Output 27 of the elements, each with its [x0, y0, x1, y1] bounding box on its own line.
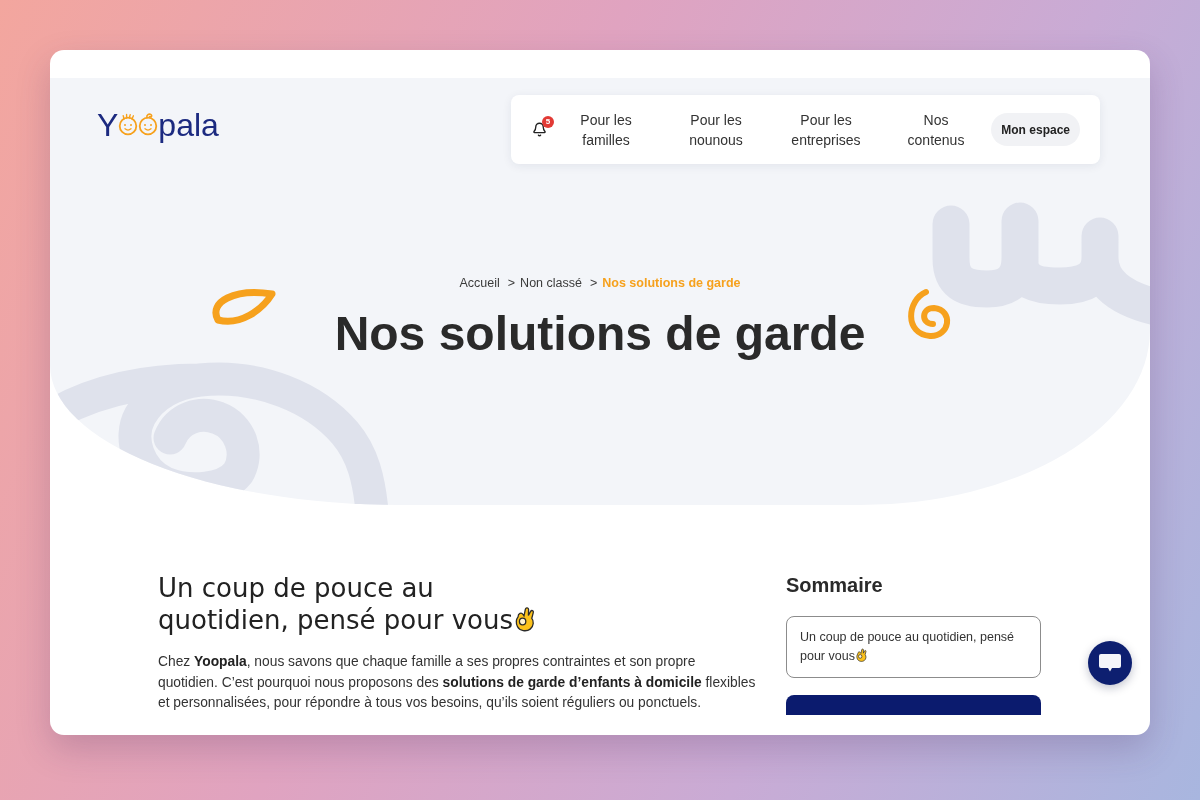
- chat-bubble-icon: [1098, 652, 1122, 674]
- spiral-doodle: [908, 289, 951, 339]
- nav-link[interactable]: Pour les nounous: [661, 109, 771, 150]
- chat-button[interactable]: [1088, 641, 1132, 685]
- breadcrumb-separator: >: [589, 275, 598, 291]
- logo-text[interactable]: pala: [158, 109, 219, 141]
- toc-title: Sommaire: [786, 573, 884, 597]
- toc-link[interactable]: Un coup de pouce au quotidien, pensé pour vous: [786, 616, 1041, 678]
- nav-link[interactable]: Nos contenus: [881, 109, 991, 150]
- ok-hand-icon: [513, 606, 537, 632]
- logo-text[interactable]: Y: [97, 109, 119, 141]
- bell-icon[interactable]: [532, 122, 547, 137]
- notification-badge: 5: [542, 116, 554, 128]
- breadcrumb-link[interactable]: Non classé: [520, 275, 582, 291]
- smiley-face-icon: [138, 112, 159, 136]
- ok-hand-icon: [854, 647, 868, 662]
- leaf-doodle: [212, 289, 276, 325]
- nav-link[interactable]: Pour les familles: [551, 109, 661, 150]
- breadcrumb-link[interactable]: Accueil: [459, 275, 500, 291]
- breadcrumb-current-page: Nos solutions de garde: [602, 275, 741, 291]
- intro-paragraph: Chez Yoopala, nous savons que chaque famille a ses propres contraintes et son propre quotidien. C’est pourquoi nous proposons des solutions de garde d’enfants à domicile flexibles et personnalisées, pour répondre à tous vos besoins, qu’ils soient réguliers ou ponctuels.: [158, 653, 757, 712]
- section-heading: Un coup de pouce au quotidien, pensé pour vous: [158, 573, 513, 635]
- account-button[interactable]: Mon espace: [991, 113, 1080, 146]
- breadcrumb-separator: >: [507, 275, 516, 291]
- smiley-face-icon: [118, 112, 139, 136]
- page-title: Nos solutions de garde: [334, 307, 866, 361]
- nav-link[interactable]: Pour les entreprises: [771, 109, 881, 150]
